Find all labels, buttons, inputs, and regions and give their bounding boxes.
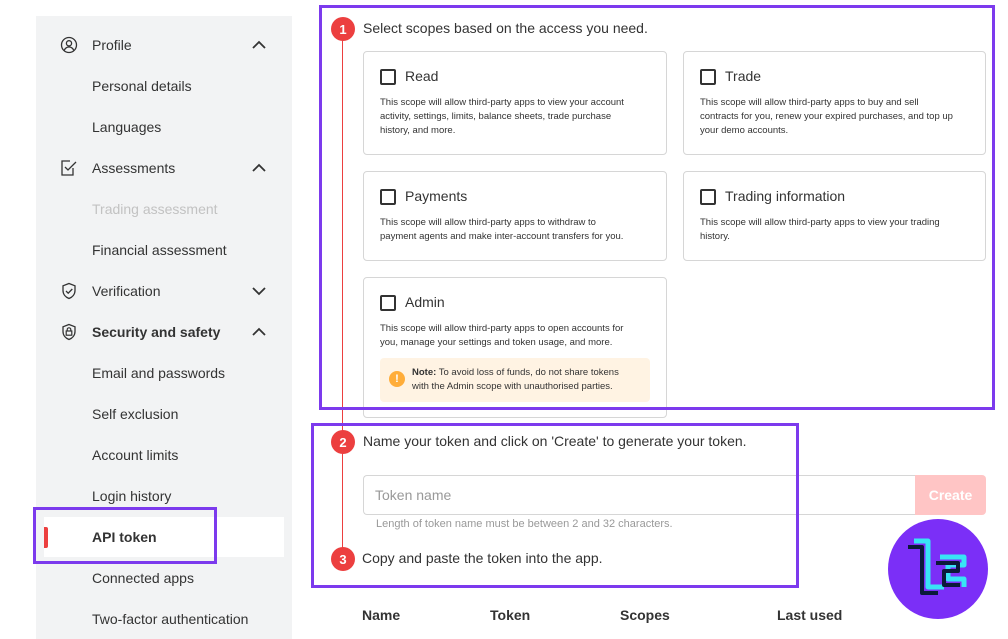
token-name-hint: Length of token name must be between 2 a… — [376, 518, 673, 530]
sidebar-item-label: Assessments — [92, 160, 176, 176]
scope-title: Admin — [405, 294, 445, 310]
trade-checkbox[interactable] — [700, 69, 716, 85]
column-header-token: Token — [490, 607, 531, 623]
admin-warning-note: ! Note: To avoid loss of funds, do not s… — [380, 358, 650, 402]
assessment-icon — [60, 159, 78, 177]
chevron-up-icon — [250, 323, 268, 341]
settings-sidebar: Profile Personal details Languages Asses… — [36, 16, 292, 639]
step-number-3: 3 — [331, 547, 355, 571]
sidebar-item-label: Profile — [92, 37, 132, 53]
chevron-down-icon — [250, 282, 268, 300]
step-3-text: Copy and paste the token into the app. — [362, 550, 603, 566]
sidebar-item-security-and-safety[interactable]: Security and safety — [36, 312, 292, 352]
sidebar-item-account-limits[interactable]: Account limits — [36, 435, 292, 475]
step-number-2: 2 — [331, 430, 355, 454]
scope-card-payments[interactable]: Payments This scope will allow third-par… — [363, 171, 667, 261]
sidebar-item-login-history[interactable]: Login history — [36, 476, 292, 516]
sidebar-item-trading-assessment: Trading assessment — [36, 189, 292, 229]
active-indicator — [44, 527, 48, 548]
admin-checkbox[interactable] — [380, 295, 396, 311]
sidebar-item-label: Verification — [92, 283, 161, 299]
column-header-name: Name — [362, 607, 401, 623]
token-name-input[interactable] — [363, 475, 915, 515]
sidebar-item-languages[interactable]: Languages — [36, 107, 292, 147]
sidebar-item-self-exclusion[interactable]: Self exclusion — [36, 394, 292, 434]
step-2-text: Name your token and click on 'Create' to… — [363, 433, 747, 449]
sidebar-item-personal-details[interactable]: Personal details — [36, 66, 292, 106]
sidebar-item-api-token[interactable]: API token — [44, 517, 284, 557]
sidebar-item-label: Financial assessment — [92, 242, 227, 258]
sidebar-item-label: API token — [92, 529, 157, 545]
sidebar-item-label: Login history — [92, 488, 172, 504]
scope-description: This scope will allow third-party apps t… — [700, 217, 940, 242]
scope-description: This scope will allow third-party apps t… — [380, 217, 624, 242]
sidebar-item-label: Account limits — [92, 447, 179, 463]
scope-card-trading-information[interactable]: Trading information This scope will allo… — [683, 171, 986, 261]
sidebar-item-email-and-passwords[interactable]: Email and passwords — [36, 353, 292, 393]
scope-description: This scope will allow third-party apps t… — [700, 97, 953, 136]
scope-title: Read — [405, 68, 439, 84]
scope-description: This scope will allow third-party apps t… — [380, 323, 624, 348]
sidebar-item-label: Self exclusion — [92, 406, 179, 422]
sidebar-item-verification[interactable]: Verification — [36, 271, 292, 311]
warning-icon: ! — [389, 371, 405, 387]
steps-connector-line — [342, 38, 343, 558]
shield-check-icon — [60, 282, 78, 300]
column-header-last-used: Last used — [777, 607, 843, 623]
sidebar-item-two-factor-authentication[interactable]: Two-factor authentication — [36, 599, 292, 639]
read-checkbox[interactable] — [380, 69, 396, 85]
chevron-up-icon — [250, 159, 268, 177]
trading-information-checkbox[interactable] — [700, 189, 716, 205]
scope-description: This scope will allow third-party apps t… — [380, 97, 624, 136]
user-icon — [60, 36, 78, 54]
brand-logo — [888, 519, 988, 619]
sidebar-item-assessments[interactable]: Assessments — [36, 148, 292, 188]
sidebar-item-label: Email and passwords — [92, 365, 226, 381]
chevron-up-icon — [250, 36, 268, 54]
scope-card-read[interactable]: Read This scope will allow third-party a… — [363, 51, 667, 155]
sidebar-item-label: Two-factor authentication — [92, 611, 249, 627]
sidebar-item-financial-assessment[interactable]: Financial assessment — [36, 230, 292, 270]
sidebar-item-label: Connected apps — [92, 570, 194, 586]
sidebar-item-label: Languages — [92, 119, 162, 135]
lock-shield-icon — [60, 323, 78, 341]
scope-title: Trading information — [725, 188, 846, 204]
scope-title: Payments — [405, 188, 468, 204]
sidebar-item-label: Security and safety — [92, 324, 221, 340]
sidebar-item-connected-apps[interactable]: Connected apps — [36, 558, 292, 598]
sidebar-item-label: Trading assessment — [92, 201, 218, 217]
scope-card-trade[interactable]: Trade This scope will allow third-party … — [683, 51, 986, 155]
step-1-text: Select scopes based on the access you ne… — [363, 20, 648, 36]
create-button[interactable]: Create — [915, 475, 986, 515]
step-number-1: 1 — [331, 17, 355, 41]
payments-checkbox[interactable] — [380, 189, 396, 205]
column-header-scopes: Scopes — [620, 607, 670, 623]
scope-card-admin[interactable]: Admin This scope will allow third-party … — [363, 277, 667, 418]
sidebar-item-profile[interactable]: Profile — [36, 25, 292, 65]
scope-title: Trade — [725, 68, 762, 84]
sidebar-item-label: Personal details — [92, 78, 192, 94]
